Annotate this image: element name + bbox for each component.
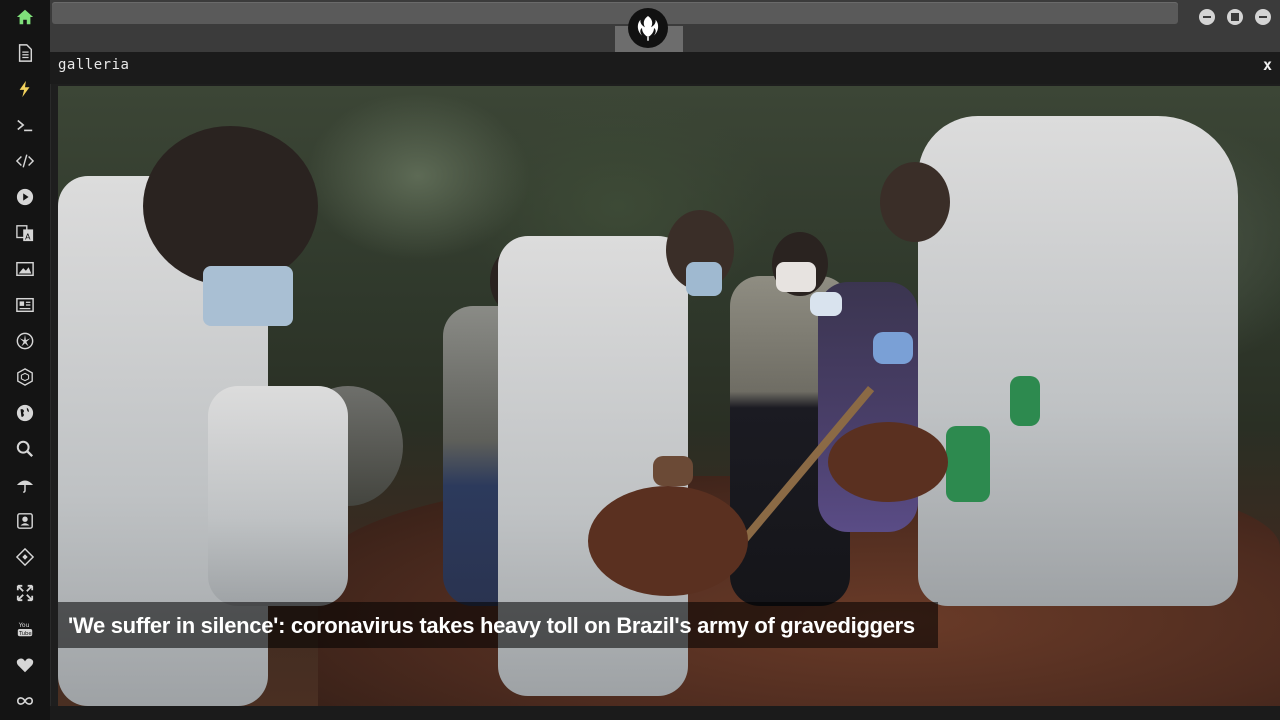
expand-icon[interactable] xyxy=(14,582,36,604)
worker-middle-mask xyxy=(686,262,722,296)
svg-text:You: You xyxy=(18,622,30,629)
worker-right xyxy=(918,116,1238,606)
dirt-shovel-1 xyxy=(588,486,748,596)
maximize-button[interactable] xyxy=(1227,9,1243,25)
umbrella-icon[interactable] xyxy=(14,474,36,496)
worker-right-glove-right xyxy=(1010,376,1040,426)
close-gallery-button[interactable]: x xyxy=(1263,56,1272,74)
bottom-strip xyxy=(50,706,1280,720)
image-icon[interactable] xyxy=(14,258,36,280)
infinity-icon[interactable] xyxy=(14,690,36,712)
rebel-logo-icon[interactable] xyxy=(628,8,668,48)
worker-middle-glove xyxy=(653,456,693,486)
blue-glove xyxy=(873,332,913,364)
code-icon[interactable] xyxy=(14,150,36,172)
rebel-icon[interactable] xyxy=(14,330,36,352)
worker-left-mask xyxy=(203,266,293,326)
contact-icon[interactable] xyxy=(14,510,36,532)
dirt-shovel-2 xyxy=(828,422,948,502)
caption-text: 'We suffer in silence': coronavirus take… xyxy=(68,613,915,638)
girl-mask xyxy=(810,292,842,316)
sidebar: A You Tube xyxy=(0,0,51,720)
home-icon[interactable] xyxy=(14,6,36,28)
worker-left-arm xyxy=(208,386,348,606)
worker-left-head xyxy=(143,126,318,286)
translate-icon[interactable]: A xyxy=(14,222,36,244)
svg-text:Tube: Tube xyxy=(18,631,32,637)
hexagon-icon[interactable] xyxy=(14,366,36,388)
document-icon[interactable] xyxy=(14,42,36,64)
worker-right-glove-left xyxy=(946,426,990,502)
heart-icon[interactable] xyxy=(14,654,36,676)
globe-icon[interactable] xyxy=(14,402,36,424)
close-window-button[interactable] xyxy=(1255,9,1271,25)
svg-text:A: A xyxy=(25,231,31,241)
worker-right-head xyxy=(880,162,950,242)
bolt-icon[interactable] xyxy=(14,78,36,100)
git-icon[interactable] xyxy=(14,546,36,568)
search-icon[interactable] xyxy=(14,438,36,460)
gallery-titlebar: galleria x xyxy=(50,52,1280,84)
image-caption: 'We suffer in silence': coronavirus take… xyxy=(58,602,938,648)
address-bar[interactable] xyxy=(52,2,1178,24)
play-icon[interactable] xyxy=(14,186,36,208)
gallery-title: galleria xyxy=(58,57,130,73)
terminal-icon[interactable] xyxy=(14,114,36,136)
youtube-icon[interactable]: You Tube xyxy=(14,618,36,640)
newspaper-icon[interactable] xyxy=(14,294,36,316)
woman-hugging-mask xyxy=(776,262,816,292)
top-bar xyxy=(50,0,1280,52)
minimize-button[interactable] xyxy=(1199,9,1215,25)
